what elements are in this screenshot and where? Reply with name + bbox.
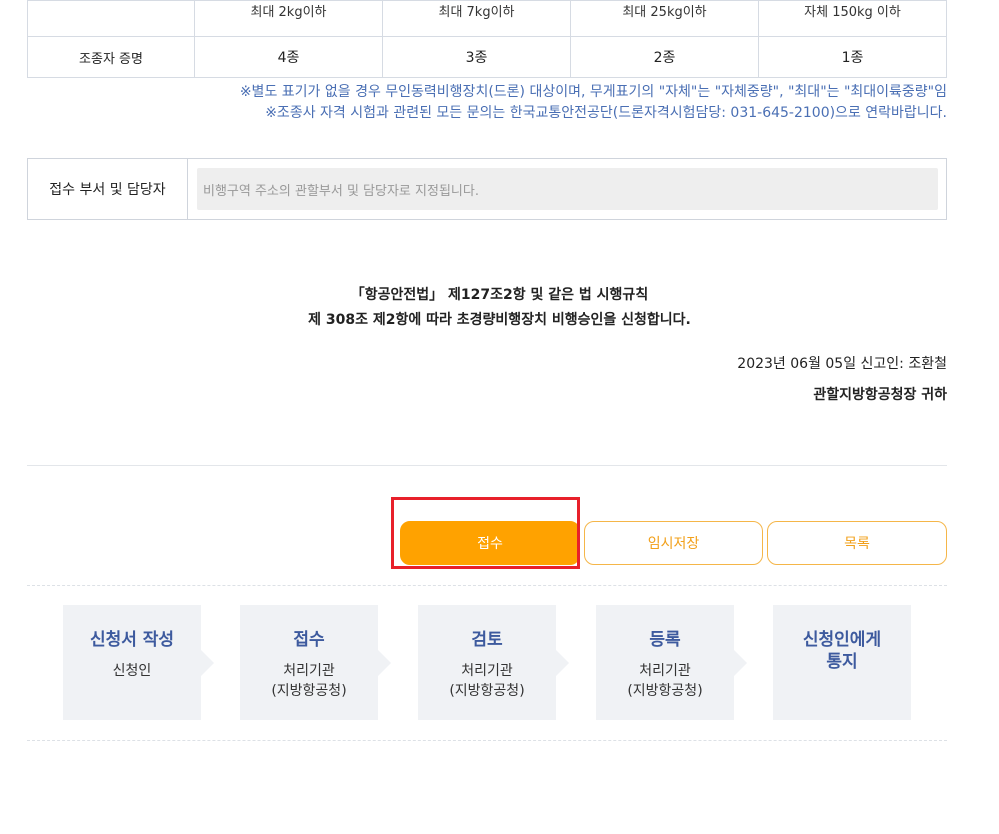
statement-line-1: 「항공안전법」 제127조2항 및 같은 법 시행규칙 [350,287,649,303]
process-step-review: 검토 처리기관 (지방항공청) [418,605,569,720]
table-cell: 3종 [382,36,571,78]
table-cell: 4종 [194,36,383,78]
list-button[interactable]: 목록 [767,521,947,565]
step-title: 신청서 작성 [89,630,175,650]
submit-button[interactable]: 접수 [400,521,580,565]
step-arrow-icon [556,650,569,676]
step-sub: 처리기관 (지방항공청) [449,663,525,699]
pilot-cert-label: 조종자 증명 [27,36,195,78]
statement-line-2: 제 308조 제2항에 따라 초경량비행장치 비행승인을 신청합니다. [308,312,691,328]
step-arrow-icon [201,650,214,676]
step-title: 검토 [471,630,503,650]
table-cell: 2종 [570,36,759,78]
step-arrow-icon [378,650,391,676]
divider-dashed [27,585,947,586]
table-cell: 최대 7kg이하 [382,0,571,37]
step-title: 신청인에게 통지 [802,630,882,672]
divider-dashed [27,740,947,741]
step-sub: 처리기관 (지방항공청) [627,663,703,699]
step-sub: 신청인 [112,663,152,679]
step-sub: 처리기관 (지방항공청) [271,663,347,699]
note-weight: ※별도 표기가 없을 경우 무인동력비행장치(드론) 대상이며, 무게표기의 "… [239,84,947,100]
divider [27,465,947,466]
process-step-receive: 접수 처리기관 (지방항공청) [240,605,391,720]
process-step-write: 신청서 작성 신청인 [63,605,214,720]
step-arrow-icon [734,650,747,676]
table-cell: 최대 2kg이하 [194,0,383,37]
weight-limit-row: 최대 2kg이하 최대 7kg이하 최대 25kg이하 자체 150kg 이하 [27,0,947,37]
temp-save-button[interactable]: 임시저장 [584,521,763,565]
receiver-field: 비행구역 주소의 관할부서 및 담당자로 지정됩니다. [197,168,938,210]
receiver-row: 접수 부서 및 담당자 비행구역 주소의 관할부서 및 담당자로 지정됩니다. [27,158,947,220]
process-step-notify: 신청인에게 통지 [773,605,911,720]
table-cell: 1종 [758,36,947,78]
table-cell: 자체 150kg 이하 [758,0,947,37]
pilot-cert-row: 조종자 증명 4종 3종 2종 1종 [27,36,947,78]
note-contact: ※조종사 자격 시험과 관련된 모든 문의는 한국교통안전공단(드론자격시험담당… [265,105,947,121]
weight-class-table: 최대 2kg이하 최대 7kg이하 최대 25kg이하 자체 150kg 이하 … [27,0,947,78]
date-applicant: 2023년 06월 05일 신고인: 조환철 [737,356,947,372]
table-cell: 최대 25kg이하 [570,0,759,37]
step-title: 등록 [649,630,681,650]
table-header-empty [27,0,195,37]
process-step-register: 등록 처리기관 (지방항공청) [596,605,747,720]
receiver-label: 접수 부서 및 담당자 [28,159,188,219]
step-title: 접수 [293,630,325,650]
addressee: 관할지방항공청장 귀하 [813,387,947,403]
